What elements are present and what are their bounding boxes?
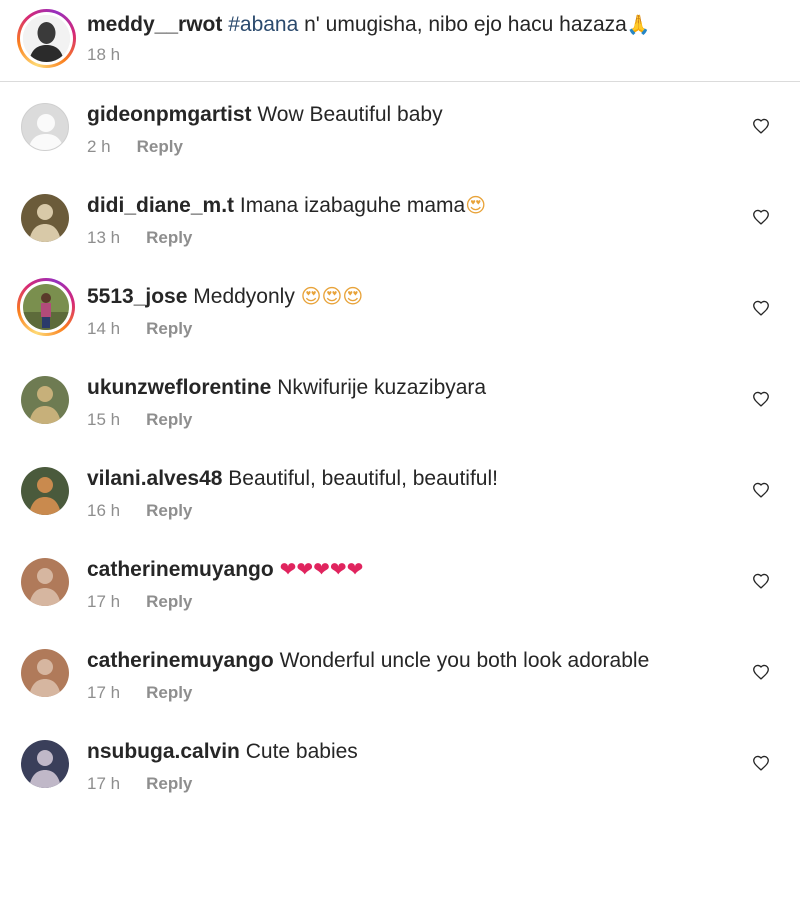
comment-meta: 16 h Reply	[87, 501, 192, 521]
comment-time: 16 h	[87, 501, 121, 520]
comment-line: nsubuga.calvin Cute babies	[87, 738, 358, 765]
comment-text: Wow Beautiful baby	[257, 103, 443, 126]
comment-time: 2 h	[87, 137, 111, 156]
comment-text: Beautiful, beautiful, beautiful!	[228, 467, 498, 490]
comment-meta: 13 h Reply	[87, 228, 192, 248]
caption-text: n' umugisha, nibo ejo hacu hazaza	[298, 13, 627, 36]
post-caption: meddy__rwot #abana n' umugisha, nibo ejo…	[0, 0, 800, 82]
like-heart-icon[interactable]	[752, 209, 770, 225]
comment-username[interactable]: ukunzweflorentine	[87, 376, 271, 399]
comment-line: gideonpmgartist Wow Beautiful baby	[87, 101, 443, 128]
comment-text: Meddyonly	[193, 285, 301, 308]
comment-avatar[interactable]	[21, 467, 69, 515]
default-avatar-icon[interactable]	[21, 103, 69, 151]
comment-emoji: 😍	[465, 193, 487, 217]
comment-time: 17 h	[87, 774, 121, 793]
caption-time: 18 h	[87, 45, 121, 64]
comment-line: 5513_jose Meddyonly 😍😍😍	[87, 283, 363, 310]
caption-avatar[interactable]	[23, 15, 70, 62]
comment-avatar[interactable]	[23, 284, 69, 330]
comment-username[interactable]: gideonpmgartist	[87, 103, 252, 126]
like-heart-icon[interactable]	[752, 118, 770, 134]
comment-text: Wonderful uncle you both look adorable	[279, 649, 650, 672]
comment-avatar[interactable]	[21, 740, 69, 788]
comment-time: 15 h	[87, 410, 121, 429]
story-ring[interactable]	[17, 278, 75, 336]
comment-meta: 17 h Reply	[87, 683, 192, 703]
comment-avatar[interactable]	[21, 194, 69, 242]
reply-button[interactable]: Reply	[146, 228, 192, 247]
comment-emoji: 😍😍😍	[300, 284, 364, 308]
comment-time: 17 h	[87, 683, 121, 702]
comment-text: Imana izabaguhe mama	[239, 194, 466, 217]
comment-line: catherinemuyango ❤❤❤❤❤	[87, 556, 363, 583]
comment-username[interactable]: 5513_jose	[87, 285, 187, 308]
like-heart-icon[interactable]	[752, 573, 770, 589]
comment-time: 17 h	[87, 592, 121, 611]
caption-line: meddy__rwot #abana n' umugisha, nibo ejo…	[87, 12, 651, 38]
comment-username[interactable]: nsubuga.calvin	[87, 740, 240, 763]
comment-time: 13 h	[87, 228, 121, 247]
comment-username[interactable]: didi_diane_m.t	[87, 194, 234, 217]
story-ring[interactable]	[17, 9, 76, 68]
comment-avatar[interactable]	[21, 649, 69, 697]
reply-button[interactable]: Reply	[137, 137, 183, 156]
comment-meta: 14 h Reply	[87, 319, 192, 339]
reply-button[interactable]: Reply	[146, 683, 192, 702]
comment-line: vilani.alves48 Beautiful, beautiful, bea…	[87, 465, 498, 492]
comment-text: Cute babies	[245, 740, 358, 763]
reply-button[interactable]: Reply	[146, 592, 192, 611]
comment-meta: 2 h Reply	[87, 137, 183, 157]
comment-time: 14 h	[87, 319, 121, 338]
comment-username[interactable]: vilani.alves48	[87, 467, 222, 490]
comment-avatar[interactable]	[21, 376, 69, 424]
like-heart-icon[interactable]	[752, 482, 770, 498]
comment-meta: 15 h Reply	[87, 410, 192, 430]
comment-line: catherinemuyango Wonderful uncle you bot…	[87, 647, 649, 674]
like-heart-icon[interactable]	[752, 664, 770, 680]
comment-meta: 17 h Reply	[87, 774, 192, 794]
comment-line: ukunzweflorentine Nkwifurije kuzazibyara	[87, 374, 486, 401]
comment-username[interactable]: catherinemuyango	[87, 649, 274, 672]
comment-line: didi_diane_m.t Imana izabaguhe mama😍	[87, 192, 486, 219]
comment-meta: 17 h Reply	[87, 592, 192, 612]
comment-text: Nkwifurije kuzazibyara	[277, 376, 487, 399]
reply-button[interactable]: Reply	[146, 774, 192, 793]
folded-hands-emoji: 🙏	[626, 14, 651, 36]
comment-emoji: ❤❤❤❤❤	[279, 557, 364, 581]
comment-username[interactable]: catherinemuyango	[87, 558, 274, 581]
caption-username[interactable]: meddy__rwot	[87, 13, 222, 36]
like-heart-icon[interactable]	[752, 300, 770, 316]
caption-hashtag[interactable]: #abana	[228, 13, 298, 36]
like-heart-icon[interactable]	[752, 755, 770, 771]
reply-button[interactable]: Reply	[146, 410, 192, 429]
like-heart-icon[interactable]	[752, 391, 770, 407]
comment-avatar[interactable]	[21, 558, 69, 606]
reply-button[interactable]: Reply	[146, 501, 192, 520]
reply-button[interactable]: Reply	[146, 319, 192, 338]
